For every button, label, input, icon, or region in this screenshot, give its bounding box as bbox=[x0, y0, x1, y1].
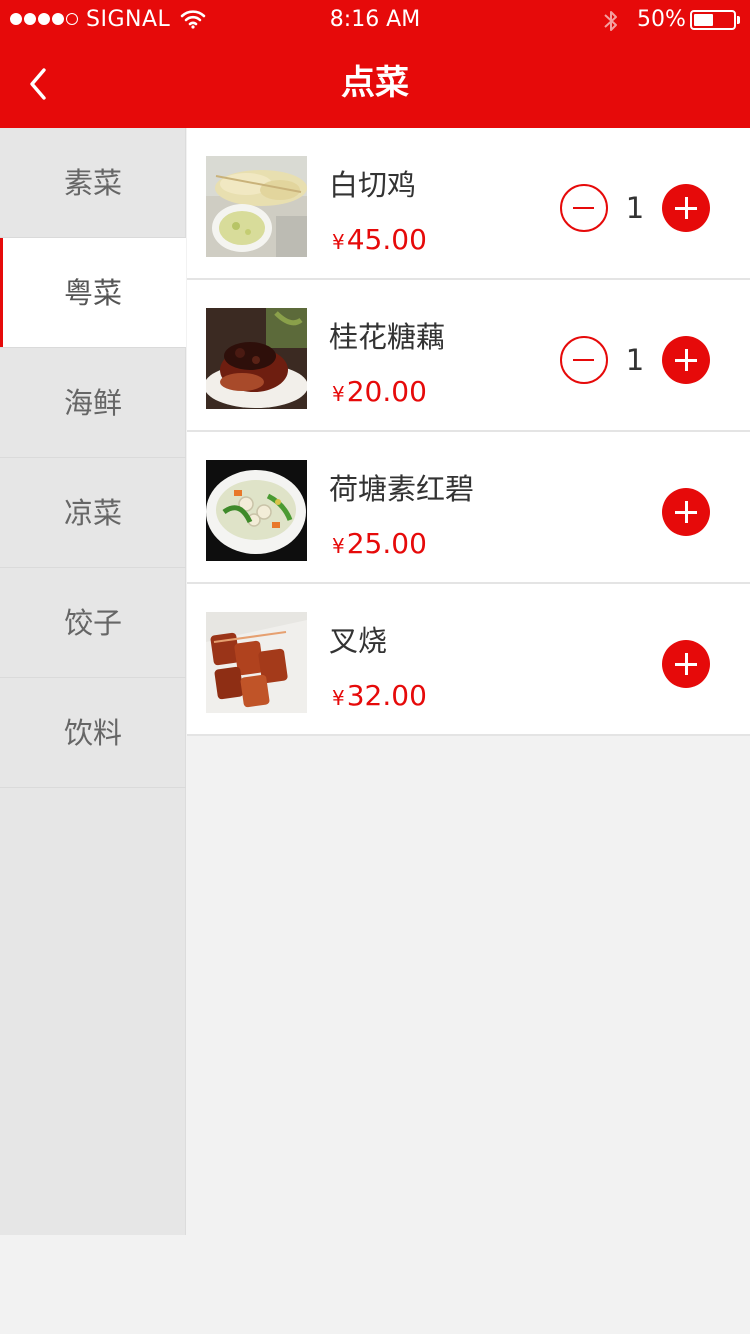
category-sidebar: 素菜 粤菜 海鲜 凉菜 饺子 饮料 bbox=[0, 128, 186, 1235]
dish-name: 荷塘素红碧 bbox=[329, 472, 475, 506]
price-value: 20.00 bbox=[346, 375, 427, 408]
dish-image[interactable] bbox=[206, 612, 307, 713]
quantity-value: 1 bbox=[625, 191, 645, 225]
category-item[interactable]: 饺子 bbox=[0, 568, 186, 678]
price-value: 25.00 bbox=[346, 527, 427, 560]
top-bar: SIGNAL 8:16 AM 50% 点菜 bbox=[0, 0, 750, 128]
currency-symbol: ¥ bbox=[332, 686, 345, 710]
category-item[interactable]: 素菜 bbox=[0, 128, 186, 238]
dish-name: 桂花糖藕 bbox=[329, 320, 446, 354]
increase-quantity-button[interactable] bbox=[662, 488, 710, 536]
battery-icon bbox=[690, 10, 736, 30]
increase-quantity-button[interactable] bbox=[662, 184, 710, 232]
dish-image[interactable] bbox=[206, 156, 307, 257]
status-bar: SIGNAL 8:16 AM 50% bbox=[0, 0, 750, 40]
category-item[interactable]: 海鲜 bbox=[0, 348, 186, 458]
battery-percent: 50% bbox=[637, 7, 686, 32]
currency-symbol: ¥ bbox=[332, 534, 345, 558]
page-title: 点菜 bbox=[341, 63, 409, 103]
battery-tip bbox=[737, 16, 740, 24]
decrease-quantity-button[interactable] bbox=[560, 336, 608, 384]
quantity-value: 1 bbox=[625, 343, 645, 377]
dish-list: 白切鸡 ¥45.00 1 桂花糖藕 ¥20.00 1 荷塘素红碧 ¥25.00 … bbox=[187, 128, 750, 736]
currency-symbol: ¥ bbox=[332, 382, 345, 406]
dish-name: 叉烧 bbox=[329, 624, 388, 658]
increase-quantity-button[interactable] bbox=[662, 640, 710, 688]
dish-price: ¥20.00 bbox=[332, 375, 427, 408]
category-item[interactable]: 凉菜 bbox=[0, 458, 186, 568]
decrease-quantity-button[interactable] bbox=[560, 184, 608, 232]
category-item[interactable]: 饮料 bbox=[0, 678, 186, 788]
dish-row[interactable]: 桂花糖藕 ¥20.00 1 bbox=[187, 280, 750, 432]
nav-bar: 点菜 bbox=[0, 40, 750, 128]
dish-image[interactable] bbox=[206, 460, 307, 561]
battery-level-fill bbox=[694, 14, 713, 26]
dish-price: ¥25.00 bbox=[332, 527, 427, 560]
increase-quantity-button[interactable] bbox=[662, 336, 710, 384]
dish-price: ¥32.00 bbox=[332, 679, 427, 712]
dish-row[interactable]: 叉烧 ¥32.00 bbox=[187, 584, 750, 736]
price-value: 32.00 bbox=[346, 679, 427, 712]
dish-row[interactable]: 白切鸡 ¥45.00 1 bbox=[187, 128, 750, 280]
price-value: 45.00 bbox=[346, 223, 427, 256]
dish-name: 白切鸡 bbox=[329, 168, 417, 202]
category-item-active[interactable]: 粤菜 bbox=[0, 238, 186, 348]
currency-symbol: ¥ bbox=[332, 230, 345, 254]
bluetooth-icon bbox=[602, 8, 620, 40]
dish-price: ¥45.00 bbox=[332, 223, 427, 256]
dish-row[interactable]: 荷塘素红碧 ¥25.00 bbox=[187, 432, 750, 584]
dish-image[interactable] bbox=[206, 308, 307, 409]
